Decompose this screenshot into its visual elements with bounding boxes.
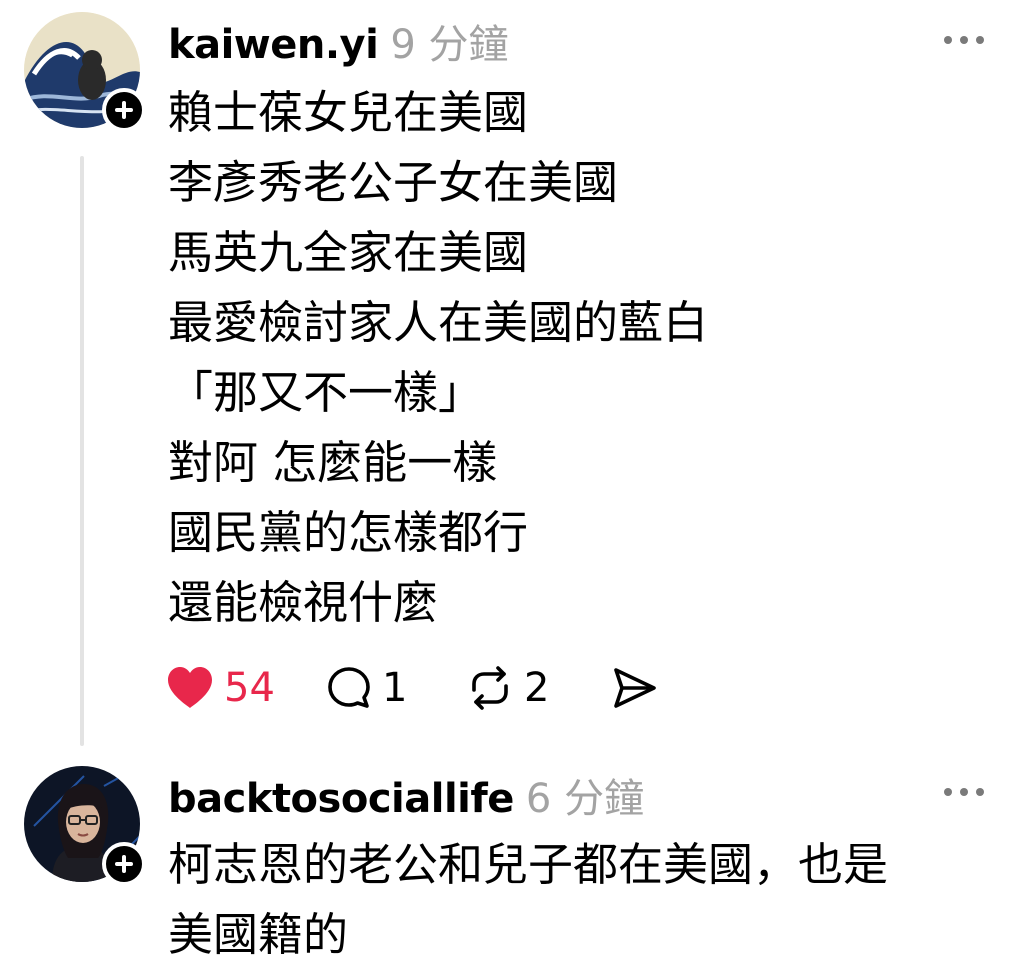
post-line: 最愛檢討家人在美國的藍白 [168, 296, 709, 349]
repost-button[interactable]: 2 [466, 665, 612, 711]
post-2: backtosociallife 6 分鐘 柯志恩的老公和兒子都在美國，也是 美… [0, 760, 1024, 976]
timestamp: 9 分鐘 [390, 22, 509, 68]
like-button[interactable]: 54 [166, 665, 326, 711]
avatar-backtosociallife[interactable] [24, 766, 146, 886]
heart-icon [168, 667, 212, 708]
like-count: 54 [224, 665, 275, 711]
more-options-button[interactable] [944, 30, 984, 50]
post-line: 還能檢視什麼 [168, 576, 439, 629]
share-button[interactable] [612, 666, 658, 710]
post-line: 柯志恩的老公和兒子都在美國，也是 [168, 838, 889, 891]
post-body: 賴士葆女兒在美國 李彥秀老公子女在美國 馬英九全家在美國 最愛檢討家人在美國的藍… [168, 78, 708, 638]
post-line: 賴士葆女兒在美國 [168, 86, 529, 139]
ellipsis-icon [944, 788, 952, 796]
follow-button[interactable] [102, 88, 146, 132]
plus-icon [115, 101, 133, 119]
post-line: 「那又不一樣」 [168, 366, 484, 419]
comment-icon [328, 667, 370, 708]
repost-icon [472, 666, 508, 710]
username[interactable]: backtosociallife [168, 776, 514, 822]
post-header: kaiwen.yi 9 分鐘 [168, 12, 509, 68]
post-1: kaiwen.yi 9 分鐘 賴士葆女兒在美國 李彥秀老公子女在美國 馬英九全家… [0, 0, 1024, 760]
ellipsis-icon [944, 36, 952, 44]
follow-button[interactable] [102, 842, 146, 886]
repost-count: 2 [524, 665, 550, 711]
post-line: 國民黨的怎樣都行 [168, 506, 529, 559]
post-body: 柯志恩的老公和兒子都在美國，也是 美國籍的 [168, 830, 888, 970]
comment-count: 1 [382, 665, 408, 711]
post-line: 李彥秀老公子女在美國 [168, 156, 619, 209]
thread-line [80, 156, 84, 746]
post-header: backtosociallife 6 分鐘 [168, 766, 644, 822]
post-actions: 54 1 2 [166, 662, 658, 714]
more-options-button[interactable] [944, 782, 984, 802]
post-line: 美國籍的 [168, 908, 349, 961]
post-line: 對阿 怎麼能一樣 [168, 436, 498, 489]
post-line: 馬英九全家在美國 [168, 226, 529, 279]
send-icon [614, 668, 656, 708]
plus-icon [115, 855, 133, 873]
avatar-kaiwen-yi[interactable] [24, 12, 146, 132]
comment-button[interactable]: 1 [326, 665, 466, 711]
username[interactable]: kaiwen.yi [168, 22, 379, 68]
timestamp: 6 分鐘 [525, 776, 645, 822]
